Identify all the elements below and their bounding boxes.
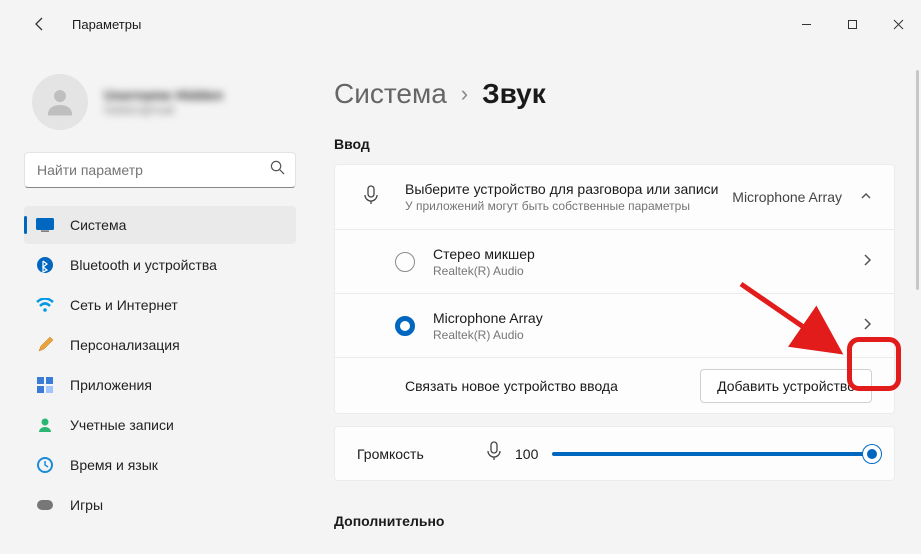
titlebar: Параметры [0, 0, 921, 48]
profile-email: hidden@mail [104, 103, 223, 117]
device-driver: Realtek(R) Audio [433, 264, 862, 278]
nav-item-system[interactable]: Система [24, 206, 296, 244]
nav-label: Приложения [70, 377, 152, 393]
volume-label: Громкость [357, 446, 487, 462]
input-device-title: Выберите устройство для разговора или за… [405, 181, 732, 197]
scrollbar[interactable] [916, 70, 919, 290]
chevron-right-icon[interactable] [862, 253, 872, 270]
maximize-button[interactable] [829, 8, 875, 40]
volume-value: 100 [515, 446, 538, 462]
nav-label: Время и язык [70, 457, 158, 473]
sidebar: Username Hidden hidden@mail Система Blue [0, 48, 310, 554]
nav-label: Сеть и Интернет [70, 297, 178, 313]
volume-slider[interactable] [552, 452, 872, 456]
slider-thumb[interactable] [863, 445, 881, 463]
nav-label: Учетные записи [70, 417, 174, 433]
nav-item-personalization[interactable]: Персонализация [24, 326, 296, 364]
breadcrumb: Система › Звук [334, 78, 895, 110]
input-devices-card: Выберите устройство для разговора или за… [334, 164, 895, 414]
nav-item-bluetooth[interactable]: Bluetooth и устройства [24, 246, 296, 284]
chevron-right-icon: › [461, 81, 468, 107]
breadcrumb-current: Звук [482, 78, 546, 110]
input-device-expander[interactable]: Выберите устройство для разговора или за… [335, 165, 894, 229]
nav-item-time[interactable]: Время и язык [24, 446, 296, 484]
radio-checked-icon[interactable] [395, 316, 415, 336]
gamepad-icon [36, 496, 54, 514]
avatar [32, 74, 88, 130]
bluetooth-icon [36, 256, 54, 274]
nav-label: Игры [70, 497, 103, 513]
chevron-up-icon [860, 189, 872, 205]
volume-card: Громкость 100 [334, 426, 895, 481]
device-name: Microphone Array [433, 310, 862, 326]
accounts-icon [36, 416, 54, 434]
search-box[interactable] [24, 152, 296, 188]
nav-label: Система [70, 217, 126, 233]
nav-label: Персонализация [70, 337, 180, 353]
device-row-stereo-mixer[interactable]: Стерео микшер Realtek(R) Audio [335, 229, 894, 293]
apps-icon [36, 376, 54, 394]
brush-icon [36, 336, 54, 354]
nav-item-accounts[interactable]: Учетные записи [24, 406, 296, 444]
input-device-value: Microphone Array [732, 189, 842, 205]
chevron-right-icon[interactable] [862, 317, 872, 334]
profile-name: Username Hidden [104, 87, 223, 103]
nav-item-games[interactable]: Игры [24, 486, 296, 524]
close-button[interactable] [875, 8, 921, 40]
section-heading-input: Ввод [334, 136, 895, 152]
system-icon [36, 216, 54, 234]
volume-row: Громкость 100 [335, 427, 894, 480]
nav-item-apps[interactable]: Приложения [24, 366, 296, 404]
breadcrumb-parent[interactable]: Система [334, 78, 447, 110]
minimize-button[interactable] [783, 8, 829, 40]
nav-item-network[interactable]: Сеть и Интернет [24, 286, 296, 324]
mic-icon [357, 185, 385, 210]
mic-icon[interactable] [487, 441, 501, 466]
clock-icon [36, 456, 54, 474]
search-input[interactable] [35, 161, 270, 179]
section-heading-more: Дополнительно [334, 513, 895, 529]
back-button[interactable] [24, 8, 56, 40]
radio-unchecked-icon[interactable] [395, 252, 415, 272]
wifi-icon [36, 296, 54, 314]
content-pane: Система › Звук Ввод Выберите устройство … [310, 48, 921, 554]
device-driver: Realtek(R) Audio [433, 328, 862, 342]
device-name: Стерео микшер [433, 246, 862, 262]
device-row-microphone-array[interactable]: Microphone Array Realtek(R) Audio [335, 293, 894, 357]
pair-device-row: Связать новое устройство ввода Добавить … [335, 357, 894, 413]
app-title: Параметры [72, 17, 141, 32]
search-icon [270, 160, 285, 180]
add-device-button[interactable]: Добавить устройство [700, 369, 872, 403]
pair-label: Связать новое устройство ввода [405, 378, 700, 394]
nav-label: Bluetooth и устройства [70, 257, 217, 273]
input-device-subtitle: У приложений могут быть собственные пара… [405, 199, 732, 213]
nav-list: Система Bluetooth и устройства Сеть и Ин… [24, 206, 296, 524]
profile-block[interactable]: Username Hidden hidden@mail [24, 48, 296, 152]
